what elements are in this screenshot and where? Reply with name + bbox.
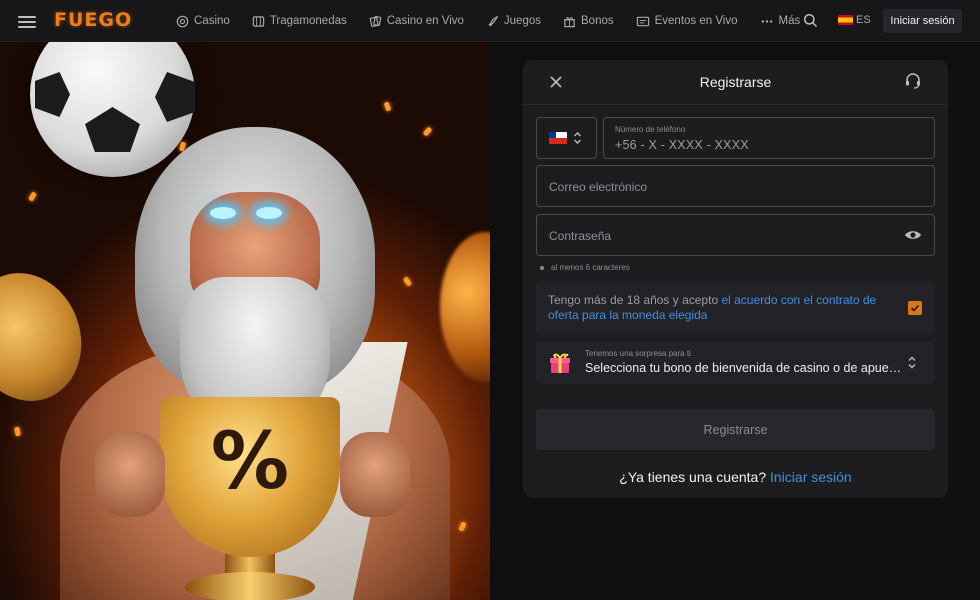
zeus-hand-right xyxy=(340,432,410,517)
email-placeholder: Correo electrónico xyxy=(549,180,648,194)
nav-item-label: Más xyxy=(778,15,801,27)
nav-item-eventos-en-vivo[interactable]: Eventos en Vivo xyxy=(636,15,738,28)
nav-item-tragamonedas[interactable]: Tragamonedas xyxy=(252,15,347,28)
nav-item-mas[interactable]: Más xyxy=(760,15,801,28)
trophy-base xyxy=(185,572,315,600)
nav-item-label: Casino xyxy=(194,15,230,27)
have-account-prompt: ¿Ya tienes una cuenta? Iniciar sesión xyxy=(523,469,948,485)
chile-flag-icon xyxy=(549,132,567,144)
rocket-icon xyxy=(488,15,499,26)
chevron-updown-icon xyxy=(574,132,581,144)
nav-item-label: Casino en Vivo xyxy=(386,15,464,27)
show-password-eye-icon[interactable] xyxy=(904,227,922,243)
registration-panel: Registrarse Número de teléfono +56 - X -… xyxy=(523,60,948,498)
panel-title: Registrarse xyxy=(699,74,772,90)
spain-flag-icon xyxy=(838,15,853,25)
gift-icon xyxy=(564,16,575,27)
menu-icon[interactable] xyxy=(18,13,36,29)
password-hint: al menos 6 caracteres xyxy=(540,263,630,272)
zeus-hand-left xyxy=(95,432,165,517)
terms-checkbox[interactable] xyxy=(908,301,922,315)
soccer-ball-image xyxy=(30,42,195,177)
password-field[interactable]: Contraseña xyxy=(536,214,935,256)
language-code: ES xyxy=(856,14,871,26)
tv-icon xyxy=(636,16,649,26)
gift-box-icon xyxy=(550,353,570,373)
more-dots-icon xyxy=(761,19,772,23)
chevron-updown-icon xyxy=(908,356,916,369)
welcome-bonus-selector[interactable]: Tenemos una sorpresa para ti Selecciona … xyxy=(536,342,935,384)
register-submit-button[interactable]: Registrarse xyxy=(536,409,935,450)
terms-prefix: Tengo más de 18 años y acepto xyxy=(548,293,722,307)
email-field[interactable]: Correo electrónico xyxy=(536,165,935,207)
nav-item-bonos[interactable]: Bonos xyxy=(563,15,614,28)
panel-header: Registrarse xyxy=(523,60,948,105)
search-icon[interactable] xyxy=(803,13,818,28)
password-hint-text: al menos 6 caracteres xyxy=(551,263,630,272)
nav-item-juegos[interactable]: Juegos xyxy=(486,15,541,28)
bullet-icon xyxy=(540,265,544,270)
nav-item-casino[interactable]: Casino xyxy=(176,15,230,28)
promo-hero-image: % xyxy=(0,42,490,600)
gold-coin-blurred-image xyxy=(440,232,490,382)
nav-item-label: Tragamonedas xyxy=(269,15,347,27)
checkmark-icon xyxy=(910,304,920,312)
casino-chip-icon xyxy=(176,15,189,27)
language-selector[interactable]: ES xyxy=(838,14,871,26)
top-navigation-bar: FUEGO Casino Tragamonedas Casino en Vivo… xyxy=(0,0,980,42)
support-headset-icon[interactable] xyxy=(904,72,922,90)
login-link[interactable]: Iniciar sesión xyxy=(770,469,852,485)
account-question: ¿Ya tienes una cuenta? xyxy=(619,469,771,485)
login-button[interactable]: Iniciar sesión xyxy=(883,9,962,33)
main-nav: Casino Tragamonedas Casino en Vivo Juego… xyxy=(176,0,822,42)
nav-item-label: Eventos en Vivo xyxy=(654,15,738,27)
slot-machine-icon xyxy=(252,15,265,27)
nav-item-casino-en-vivo[interactable]: Casino en Vivo xyxy=(369,15,464,28)
bonus-label: Tenemos una sorpresa para ti xyxy=(585,349,691,358)
password-placeholder: Contraseña xyxy=(549,229,612,243)
nav-item-label: Juegos xyxy=(503,15,541,27)
country-code-selector[interactable] xyxy=(536,117,597,159)
phone-placeholder: +56 - X - XXXX - XXXX xyxy=(615,138,749,152)
live-cards-icon xyxy=(369,15,382,27)
nav-item-label: Bonos xyxy=(581,15,614,27)
phone-field-label: Número de teléfono xyxy=(615,125,686,134)
phone-number-field[interactable]: Número de teléfono +56 - X - XXXX - XXXX xyxy=(603,117,935,159)
glowing-eye xyxy=(256,207,282,219)
percent-symbol: % xyxy=(210,417,290,507)
brand-logo[interactable]: FUEGO xyxy=(54,9,132,31)
glowing-eye xyxy=(210,207,236,219)
bonus-selected-value: Selecciona tu bono de bienvenida de casi… xyxy=(585,361,905,375)
terms-text: Tengo más de 18 años y acepto el acuerdo… xyxy=(548,293,888,323)
gold-coin-image xyxy=(0,257,99,417)
terms-agreement: Tengo más de 18 años y acepto el acuerdo… xyxy=(536,281,935,335)
